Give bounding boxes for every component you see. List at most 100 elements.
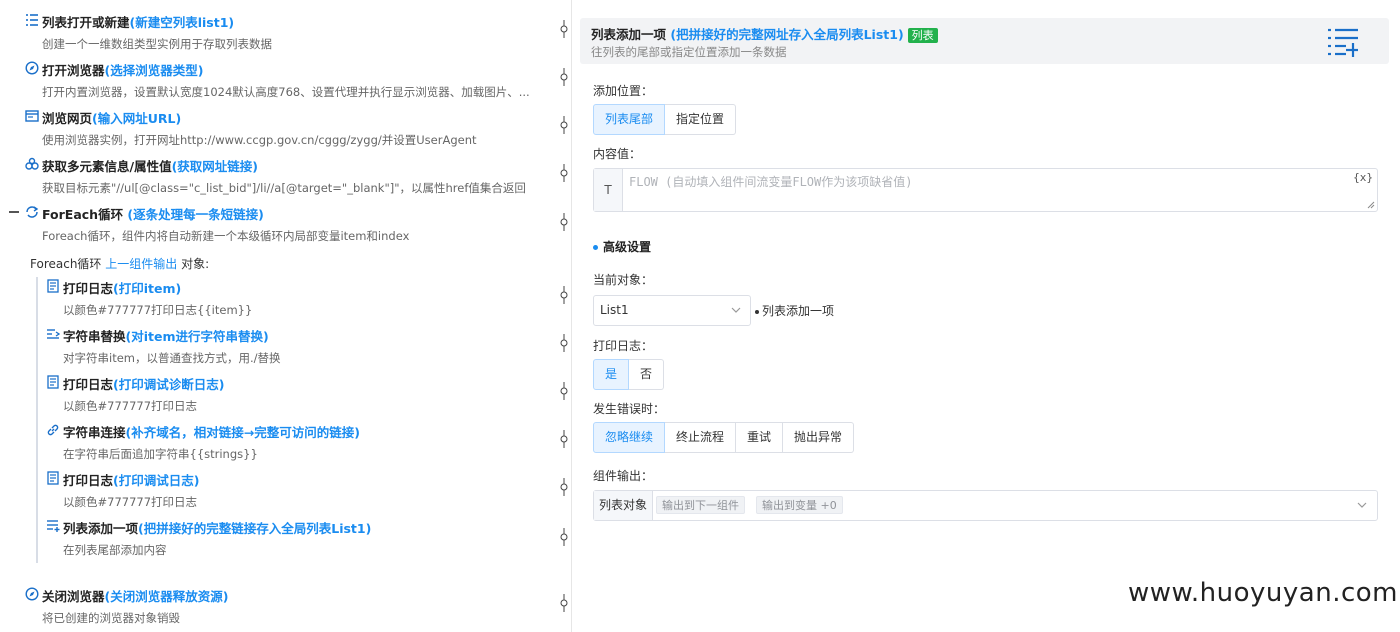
step-title: 打印日志(打印item) <box>63 281 182 296</box>
connector-handle[interactable] <box>559 478 569 496</box>
step-title: 列表打开或新建(新建空列表list1) <box>42 15 235 30</box>
connector-handle[interactable] <box>559 430 569 448</box>
step-title: ForEach循环 (逐条处理每一条短链接) <box>42 207 264 222</box>
step-title: 关闭浏览器(关闭浏览器释放资源) <box>42 589 229 604</box>
close-browser-icon <box>25 587 39 601</box>
output-label: 组件输出： <box>593 469 654 483</box>
step-desc: 以颜色#777777打印日志{{item}} <box>63 303 253 317</box>
browser-window-icon <box>25 109 39 123</box>
bullet-icon <box>755 309 759 314</box>
step-param: (新建空列表list1) <box>129 15 235 30</box>
target-label: 当前对象： <box>593 273 654 287</box>
connector-handle[interactable] <box>559 68 569 86</box>
log-icon <box>46 375 60 389</box>
step-desc: 以颜色#777777打印日志 <box>63 399 198 413</box>
step-param: (逐条处理每一条短链接) <box>123 207 264 222</box>
component-title: 列表添加一项 (把拼接好的完整网址存入全局列表List1) 列表 <box>591 24 938 43</box>
step-title: 打印日志(打印调试日志) <box>63 473 200 488</box>
step-desc: 打开内置浏览器，设置默认宽度1024默认高度768、设置代理并执行显示浏览器、加… <box>42 85 530 99</box>
connector-handle[interactable] <box>559 286 569 304</box>
target-select[interactable]: List1 <box>593 295 751 326</box>
error-stop-button[interactable]: 终止流程 <box>665 422 737 453</box>
flow-step[interactable]: 打开浏览器(选择浏览器类型) 打开内置浏览器，设置默认宽度1024默认高度768… <box>0 58 572 106</box>
output-select[interactable]: 列表对象 输出到下一组件 输出到变量 +0 <box>593 490 1378 521</box>
flow-panel: 列表打开或新建(新建空列表list1) 创建一个一维数组类型实例用于存取列表数据… <box>0 0 572 632</box>
connector-handle[interactable] <box>559 334 569 352</box>
flow-step[interactable]: 关闭浏览器(关闭浏览器释放资源) 将已创建的浏览器对象销毁 <box>0 584 572 632</box>
step-param: (选择浏览器类型) <box>104 63 204 78</box>
link-icon <box>46 423 60 437</box>
resize-grip-icon[interactable] <box>1367 201 1375 209</box>
position-index-button[interactable]: 指定位置 <box>665 104 737 135</box>
replace-icon <box>46 327 61 341</box>
connector-handle[interactable] <box>559 594 569 612</box>
variable-icon[interactable]: {x} <box>1353 171 1373 184</box>
connector-handle[interactable] <box>559 382 569 400</box>
flow-step[interactable]: 字符串连接(补齐域名，相对链接→完整可访问的链接) 在字符串后面追加字符串{{s… <box>0 420 572 468</box>
component-desc: 往列表的尾部或指定位置添加一条数据 <box>591 45 787 59</box>
flow-step[interactable]: ForEach循环 (逐条处理每一条短链接) Foreach循环，组件内将自动新… <box>0 202 572 250</box>
step-title: 打开浏览器(选择浏览器类型) <box>42 63 204 78</box>
text-type-prefix[interactable]: T <box>594 169 623 211</box>
list-add-icon <box>46 519 60 533</box>
error-radio-group: 忽略继续 终止流程 重试 抛出异常 <box>593 422 855 453</box>
step-desc: 以颜色#777777打印日志 <box>63 495 198 509</box>
connector-handle[interactable] <box>559 213 569 231</box>
flow-step[interactable]: 打印日志(打印调试诊断日志) 以颜色#777777打印日志 <box>0 372 572 420</box>
target-tag: 列表添加一项 <box>755 302 834 319</box>
position-tail-button[interactable]: 列表尾部 <box>593 104 666 135</box>
step-title: 浏览网页(输入网址URL) <box>42 111 182 126</box>
error-retry-button[interactable]: 重试 <box>736 422 784 453</box>
log-yes-button[interactable]: 是 <box>593 359 630 390</box>
flow-step[interactable]: 获取多元素信息/属性值(获取网址链接) 获取目标元素"//ul[@class="… <box>0 154 572 202</box>
step-desc: 对字符串item，以普通查找方式，用./替换 <box>63 351 281 365</box>
flow-step[interactable]: 字符串替换(对item进行字符串替换) 对字符串item，以普通查找方式，用./… <box>0 324 572 372</box>
log-radio-group: 是 否 <box>593 359 665 390</box>
connector-handle[interactable] <box>559 528 569 546</box>
type-badge: 列表 <box>907 28 938 43</box>
list-icon <box>25 13 39 27</box>
step-param: (输入网址URL) <box>92 111 182 126</box>
step-param: (打印调试日志) <box>113 473 200 488</box>
log-no-button[interactable]: 否 <box>629 359 665 390</box>
error-throw-button[interactable]: 抛出异常 <box>783 422 855 453</box>
step-desc: 创建一个一维数组类型实例用于存取列表数据 <box>42 37 272 51</box>
error-ignore-button[interactable]: 忽略继续 <box>593 422 666 453</box>
flow-step[interactable]: 打印日志(打印item) 以颜色#777777打印日志{{item}} <box>0 276 572 324</box>
step-desc: 获取目标元素"//ul[@class="c_list_bid"]/li//a[@… <box>42 181 526 195</box>
log-icon <box>46 279 60 293</box>
flow-step[interactable]: 列表打开或新建(新建空列表list1) 创建一个一维数组类型实例用于存取列表数据 <box>0 10 572 58</box>
output-tag[interactable]: 输出到下一组件 <box>656 496 745 514</box>
error-label: 发生错误时： <box>593 402 666 416</box>
step-desc: 在列表尾部添加内容 <box>63 543 167 557</box>
component-header: 列表添加一项 (把拼接好的完整网址存入全局列表List1) 列表 往列表的尾部或指… <box>580 18 1389 64</box>
output-tag[interactable]: 输出到变量 +0 <box>756 496 843 514</box>
step-desc: 使用浏览器实例，打开网址http://www.ccgp.gov.cn/cggg/… <box>42 133 477 147</box>
step-param: (打印调试诊断日志) <box>113 377 225 392</box>
foreach-object-label: Foreach循环 上一组件输出 对象: <box>30 257 210 271</box>
step-param: (获取网址链接) <box>171 159 259 174</box>
log-icon <box>46 471 60 485</box>
connector-handle[interactable] <box>559 116 569 134</box>
connector-handle[interactable] <box>559 164 569 182</box>
foreach-source-link[interactable]: 上一组件输出 <box>105 257 177 271</box>
step-param: (打印item) <box>113 281 182 296</box>
content-label: 内容值： <box>593 147 642 161</box>
flow-step[interactable]: 浏览网页(输入网址URL) 使用浏览器实例，打开网址http://www.ccg… <box>0 106 572 154</box>
content-input[interactable] <box>624 169 1376 211</box>
flow-step[interactable]: 列表添加一项(把拼接好的完整链接存入全局列表List1) 在列表尾部添加内容 <box>0 516 572 564</box>
watermark: www.huoyuyan.com <box>1128 578 1398 608</box>
flow-step[interactable]: 打印日志(打印调试日志) 以颜色#777777打印日志 <box>0 468 572 516</box>
log-label: 打印日志： <box>593 339 654 353</box>
advanced-settings-heading[interactable]: 高级设置 <box>593 238 651 255</box>
elements-icon <box>25 157 39 171</box>
list-add-icon <box>1327 26 1359 61</box>
compass-icon <box>25 61 39 75</box>
step-title: 获取多元素信息/属性值(获取网址链接) <box>42 159 259 174</box>
component-param: (把拼接好的完整网址存入全局列表List1) <box>666 27 904 42</box>
connector-handle[interactable] <box>559 20 569 38</box>
step-param: (补齐域名，相对链接→完整可访问的链接) <box>125 425 360 440</box>
position-label: 添加位置： <box>593 84 654 98</box>
output-prefix: 列表对象 <box>594 491 654 520</box>
chevron-down-icon <box>731 307 741 313</box>
